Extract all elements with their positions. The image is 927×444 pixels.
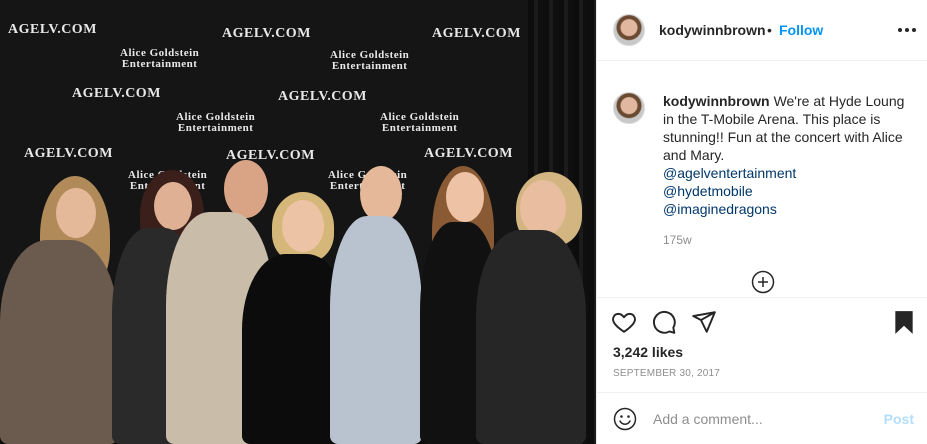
backdrop-logo: AGELV.COM	[24, 146, 113, 161]
caption-avatar[interactable]	[613, 92, 645, 124]
post-header: kodywinnbrown • Follow	[597, 0, 927, 61]
post-caption: kodywinnbrown We're at Hyde Loung in the …	[663, 92, 915, 218]
share-icon[interactable]	[691, 309, 717, 335]
backdrop-logo: AGELV.COM	[424, 146, 513, 161]
caption-tag[interactable]: @hydetmobile	[663, 182, 915, 200]
more-options-icon[interactable]	[898, 22, 916, 38]
backdrop-sublogo: Alice GoldsteinEntertainment	[330, 49, 410, 72]
heart-icon[interactable]	[611, 309, 637, 335]
backdrop-logo: AGELV.COM	[8, 22, 97, 37]
comment-input[interactable]	[653, 407, 873, 431]
backdrop-logo: AGELV.COM	[222, 26, 311, 41]
caption-age: 175w	[663, 233, 692, 247]
separator-dot: •	[767, 22, 772, 38]
backdrop-logo: AGELV.COM	[72, 86, 161, 101]
backdrop-logo: AGELV.COM	[278, 89, 367, 104]
backdrop-sublogo: Alice GoldsteinEntertainment	[176, 111, 256, 134]
backdrop-logo: AGELV.COM	[432, 26, 521, 41]
comment-bar: Post	[597, 392, 927, 444]
caption-username[interactable]: kodywinnbrown	[663, 93, 770, 109]
post-button[interactable]: Post	[884, 411, 914, 427]
post-photo[interactable]: AGELV.COM AGELV.COM AGELV.COM Alice Gold…	[0, 0, 596, 444]
plus-circle-icon[interactable]	[751, 270, 775, 294]
caption-tag[interactable]: @imaginedragons	[663, 200, 915, 218]
header-username[interactable]: kodywinnbrown	[659, 22, 766, 38]
backdrop-sublogo: Alice GoldsteinEntertainment	[120, 47, 200, 70]
caption-tag[interactable]: @agelventertainment	[663, 164, 915, 182]
avatar[interactable]	[613, 14, 645, 46]
likes-count[interactable]: 3,242 likes	[613, 344, 683, 360]
post-date: September 30, 2017	[613, 368, 720, 379]
follow-button[interactable]: Follow	[779, 22, 823, 38]
post-details-panel: kodywinnbrown • Follow kodywinnbrown We'r…	[596, 0, 927, 444]
emoji-icon[interactable]	[613, 407, 637, 431]
action-bar	[597, 297, 927, 345]
backdrop-sublogo: Alice GoldsteinEntertainment	[380, 111, 460, 134]
bookmark-icon[interactable]	[891, 309, 917, 335]
comment-icon[interactable]	[651, 309, 677, 335]
